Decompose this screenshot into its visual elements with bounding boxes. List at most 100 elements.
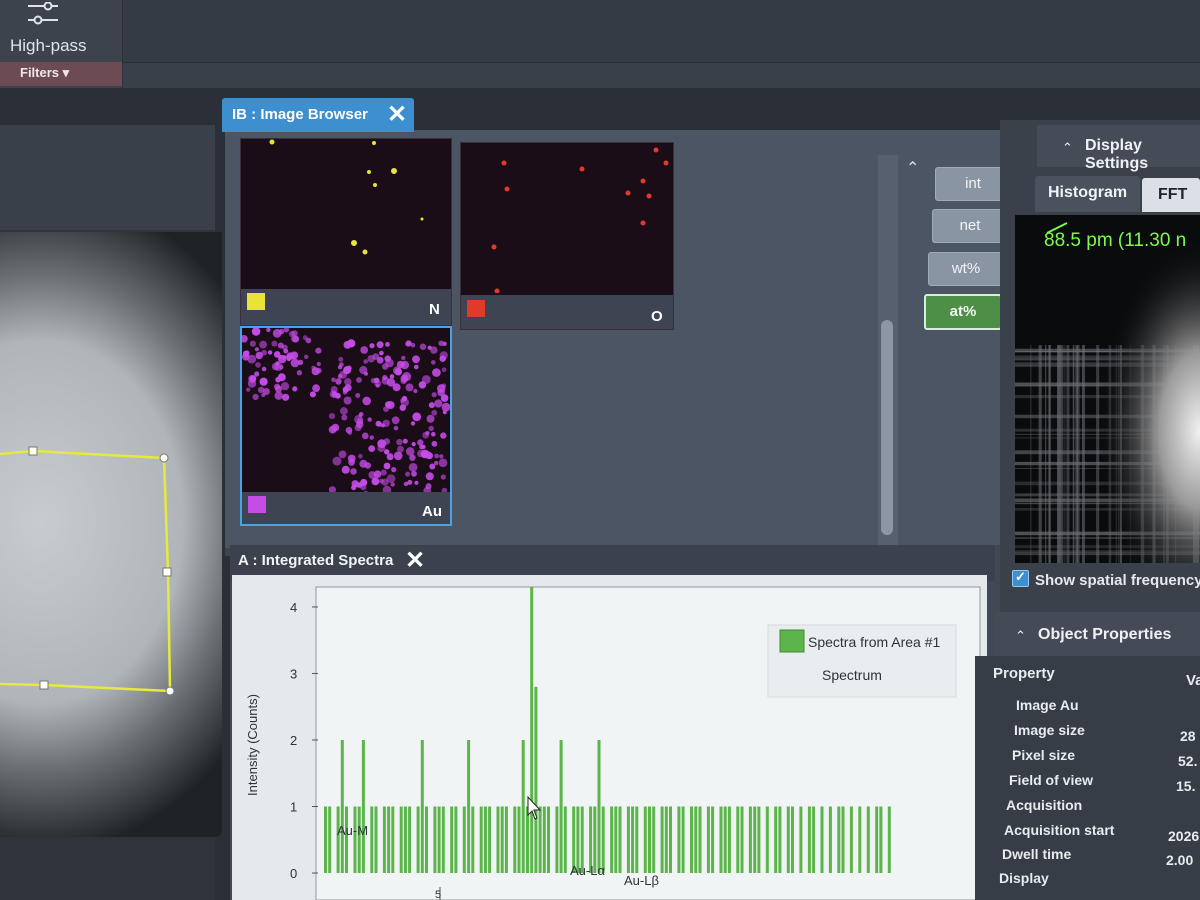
- color-swatch-au[interactable]: [248, 496, 266, 513]
- selection-rectangle[interactable]: [0, 232, 222, 837]
- property-row-name: Image size: [1014, 722, 1085, 738]
- color-swatch-o[interactable]: [467, 300, 485, 317]
- spectrum-bar: [858, 806, 862, 873]
- resize-handle[interactable]: [28, 446, 38, 456]
- spectrum-bar: [547, 806, 550, 873]
- element-label-o: O: [651, 308, 663, 325]
- resize-handle[interactable]: [165, 686, 175, 696]
- property-row-value: 15.: [1176, 778, 1196, 794]
- spectrum-bar: [324, 806, 327, 873]
- spectrum-bar: [542, 806, 546, 873]
- spectrum-bar: [648, 806, 651, 873]
- spectrum-bar: [387, 806, 391, 873]
- resize-handle[interactable]: [159, 453, 169, 463]
- spectrum-bar: [471, 806, 475, 873]
- spectrum-bar: [391, 806, 395, 873]
- spectrum-bar: [812, 806, 816, 873]
- spectrum-bar: [719, 806, 723, 873]
- spectrum-bar: [736, 806, 740, 873]
- spectrum-bar: [496, 806, 500, 873]
- spectrum-bar: [403, 806, 407, 873]
- element-map-n: [269, 139, 424, 255]
- spectrum-bar: [694, 806, 698, 873]
- spectrum-bar: [425, 806, 428, 873]
- chevron-up-icon[interactable]: ⌃: [1015, 628, 1026, 644]
- element-map-thumbnail-o[interactable]: O: [460, 142, 674, 330]
- element-map-o: [491, 147, 669, 293]
- spectrum-bar: [740, 806, 744, 873]
- image-browser-title: IB : Image Browser: [232, 106, 368, 123]
- sliders-icon: [28, 2, 58, 25]
- fft-pattern: [1015, 215, 1200, 563]
- y-tick-label: 2: [290, 733, 297, 748]
- spectrum-bar: [416, 806, 420, 873]
- fft-image-view[interactable]: [1015, 215, 1200, 563]
- tab-fft-label: FFT: [1158, 186, 1188, 203]
- filters-dropdown-label[interactable]: Filters ▾: [20, 65, 69, 81]
- y-tick-label: 3: [290, 666, 297, 681]
- spectrum-bar: [791, 806, 794, 873]
- spectrum-bar: [500, 806, 504, 873]
- scroll-up-icon[interactable]: ⌃: [906, 158, 919, 178]
- spectrum-bar: [757, 806, 761, 873]
- annotation-au-lb: Au-Lβ: [624, 873, 659, 888]
- spectrum-bar: [778, 806, 782, 873]
- spectrum-bar: [479, 806, 483, 873]
- spectrum-bar: [774, 806, 778, 873]
- spatial-frequency-label[interactable]: Show spatial frequency: [1035, 572, 1200, 589]
- mode-at-button[interactable]: at%: [924, 294, 1002, 330]
- spectrum-bar: [652, 806, 656, 873]
- spectrum-bar: [336, 806, 340, 873]
- spectrum-bar: [677, 806, 681, 873]
- spectrum-bar: [483, 806, 487, 873]
- stem-image-view[interactable]: [0, 232, 222, 837]
- y-tick-label: 1: [290, 799, 297, 814]
- spectrum-bar: [837, 806, 841, 873]
- chevron-up-icon[interactable]: ⌃: [1062, 140, 1073, 156]
- spectrum-bar: [382, 806, 386, 873]
- close-icon[interactable]: ✕: [405, 547, 425, 575]
- y-tick-label: 4: [290, 600, 297, 615]
- spatial-frequency-checkbox[interactable]: ✓: [1012, 569, 1029, 587]
- spectrum-bar: [441, 806, 445, 873]
- property-row-name: Acquisition: [1006, 797, 1083, 813]
- close-icon[interactable]: ✕: [387, 101, 407, 129]
- spectrum-bar: [521, 740, 525, 873]
- tab-integrated-spectra[interactable]: A : Integrated Spectra: [238, 552, 393, 569]
- spectrum-bar: [887, 806, 891, 873]
- legend-swatch: [779, 629, 805, 653]
- spectrum-bar: [753, 806, 757, 873]
- mode-net-button[interactable]: net: [932, 209, 1008, 243]
- mode-wt-button[interactable]: wt%: [928, 252, 1004, 286]
- spectrum-bar: [340, 740, 344, 873]
- spectrum-bar: [807, 806, 811, 873]
- property-row-name: Acquisition start: [1004, 822, 1115, 838]
- color-swatch-n[interactable]: [247, 293, 265, 310]
- x-tick-label: 5: [435, 889, 441, 900]
- spectrum-bar: [631, 806, 635, 873]
- property-row-value: 2.00: [1166, 852, 1194, 868]
- spectrum-bar: [513, 806, 517, 873]
- element-map-thumbnail-n[interactable]: N: [240, 138, 452, 326]
- spectrum-bar: [530, 587, 534, 873]
- spectrum-bar: [370, 806, 374, 873]
- spectrum-bar: [534, 686, 538, 873]
- spectrum-chart[interactable]: Intensity (Counts) 0 1 2 3 4 5 Au-M Au-Lα Au…: [232, 575, 987, 900]
- scrollbar-thumb[interactable]: [881, 320, 893, 535]
- object-properties-title: Object Properties: [1038, 626, 1172, 643]
- spectrum-bar: [849, 806, 853, 873]
- spectrum-bar: [526, 806, 529, 873]
- spectrum-bar: [765, 806, 769, 873]
- property-row-name: Image Au: [1016, 697, 1079, 713]
- element-map-thumbnail-au[interactable]: Au: [240, 326, 452, 526]
- display-settings-title: Display Settings: [1085, 137, 1149, 172]
- highpass-label: High-pass: [10, 36, 87, 55]
- spectrum-bar: [399, 806, 403, 873]
- resize-handle[interactable]: [162, 567, 172, 577]
- resize-handle[interactable]: [39, 680, 49, 690]
- spectrum-bar: [635, 806, 639, 873]
- spectrum-bar: [353, 806, 357, 873]
- spectrum-bar: [462, 806, 466, 873]
- spectrum-bar: [879, 806, 883, 873]
- spectrum-bar: [748, 806, 752, 873]
